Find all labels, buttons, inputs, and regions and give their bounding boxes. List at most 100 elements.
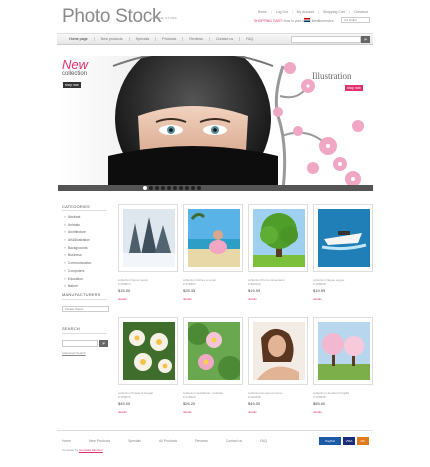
sidebar-search-button[interactable]: go (99, 340, 108, 347)
categories-heading: CATEGORIES (62, 204, 90, 209)
category-item[interactable]: Nature (64, 283, 91, 291)
product-card: collection Hendrerit fringilla # 296548 … (313, 317, 373, 414)
product-image[interactable] (313, 204, 373, 272)
category-item[interactable]: Art&Illustration (64, 237, 91, 245)
shop-now-button-left[interactable]: shop now (63, 82, 81, 88)
slider-dot[interactable] (185, 186, 189, 190)
nav-search-input[interactable] (291, 36, 361, 43)
blossom-park-image (318, 322, 370, 380)
product-details-link[interactable]: details (248, 410, 308, 414)
top-link-home[interactable]: Home (258, 10, 267, 14)
slider-dot[interactable] (167, 186, 171, 190)
product-sku: # 362439 (248, 282, 261, 286)
nav-new-products[interactable]: New products (95, 37, 130, 41)
footer-nav: Home New Products Specials All Products … (62, 439, 285, 443)
nav-products[interactable]: Products (156, 37, 184, 41)
footer-link-new-products[interactable]: New Products (89, 439, 128, 443)
tree-image (253, 209, 305, 267)
category-item[interactable]: Computers (64, 268, 91, 276)
category-item[interactable]: Animals (64, 222, 91, 230)
product-details-link[interactable]: details (248, 297, 308, 301)
slider-dot[interactable] (197, 186, 201, 190)
product-sku: # 256874 (118, 282, 131, 286)
category-item[interactable]: Business (64, 252, 91, 260)
footer-link-home[interactable]: Home (62, 439, 89, 443)
paypal-logo-icon: PayPal (319, 437, 341, 445)
product-image[interactable] (118, 204, 178, 272)
top-link-checkout[interactable]: Checkout (354, 10, 368, 14)
product-details-link[interactable]: details (313, 297, 373, 301)
manufacturers-select[interactable]: Please Select (62, 306, 109, 312)
product-details-link[interactable]: details (183, 297, 243, 301)
product-sku: # 216523 (183, 395, 196, 399)
product-price: $55.00 (313, 401, 326, 406)
product-image[interactable] (248, 204, 308, 272)
footer-link-specials[interactable]: Specials (128, 439, 159, 443)
product-image[interactable] (248, 317, 308, 385)
speedboat-image (318, 209, 370, 267)
product-card: collection Porta consectetur # 362439 $1… (248, 204, 308, 301)
category-item[interactable]: Abstract (64, 214, 91, 222)
product-details-link[interactable]: details (118, 410, 178, 414)
product-sku: # 296548 (313, 395, 326, 399)
top-link-account[interactable]: My Account (297, 10, 315, 14)
slider-dot[interactable] (161, 186, 165, 190)
footer-link-reviews[interactable]: Reviews (195, 439, 226, 443)
footer-link-faq[interactable]: FAQ (260, 439, 285, 443)
product-price: $25.35 (183, 288, 196, 293)
language-flag-icon[interactable] (304, 18, 310, 22)
product-image[interactable] (183, 317, 243, 385)
category-item[interactable]: Architecture (64, 229, 91, 237)
product-image[interactable] (313, 317, 373, 385)
nav-contact[interactable]: Contact us (210, 37, 241, 41)
product-sku: # 362439 (248, 395, 261, 399)
nav-specials[interactable]: Specials (130, 37, 157, 41)
product-image[interactable] (183, 204, 243, 272)
banner-new-heading: New (62, 57, 89, 72)
product-price: $49.00 (248, 401, 261, 406)
advanced-search-link[interactable]: Advanced Search (62, 351, 86, 355)
product-card: collection Nemo ipsum # 256874 $15.00 de… (118, 204, 178, 301)
product-details-link[interactable]: details (313, 410, 373, 414)
top-link-cart[interactable]: Shopping Cart (323, 10, 345, 14)
beach-meditation-image (188, 209, 240, 267)
product-card: collection Dolore et amet # 216523 $25.3… (183, 204, 243, 301)
nav-faq[interactable]: FAQ (240, 37, 259, 41)
footer-link-all-products[interactable]: All Products (159, 439, 195, 443)
slider-dot[interactable] (173, 186, 177, 190)
slider-dot[interactable] (143, 186, 147, 190)
copyright-text: Template by (62, 448, 79, 452)
slider-dot[interactable] (155, 186, 159, 190)
currency-select[interactable]: US Dollar (341, 17, 370, 23)
cart-status[interactable]: SHOPPING CART: Now in your cart 0 items (254, 19, 320, 23)
category-item[interactable]: Education (64, 276, 91, 284)
sidebar-search-input[interactable] (62, 340, 98, 347)
top-link-logout[interactable]: Log Out (276, 10, 288, 14)
shop-now-button-right[interactable]: shop now (345, 85, 363, 91)
slider-dot[interactable] (191, 186, 195, 190)
hero-banner[interactable]: New collection shop now Illustration sho… (58, 56, 373, 189)
product-price: $15.00 (118, 288, 131, 293)
search-heading: SEARCH (62, 326, 80, 331)
category-item[interactable]: Backgrounds (64, 245, 91, 253)
product-card: collection Praesent feugiat # 356874 $45… (118, 317, 178, 414)
product-image[interactable] (118, 317, 178, 385)
product-details-link[interactable]: details (118, 297, 178, 301)
nav-home[interactable]: Home page (63, 37, 95, 41)
copyright-link[interactable]: Template Monster (79, 448, 103, 452)
nav-reviews[interactable]: Reviews (183, 37, 210, 41)
category-list: Abstract Animals Architecture Art&Illust… (64, 214, 92, 291)
footer-link-contact[interactable]: Contact us (226, 439, 260, 443)
slider-dot[interactable] (179, 186, 183, 190)
slider-dot[interactable] (149, 186, 153, 190)
woman-portrait-image (253, 322, 305, 380)
site-logo[interactable]: Photo Stock (62, 6, 161, 28)
visa-logo-icon: VISA (343, 437, 355, 445)
nav-search-button[interactable]: go (361, 36, 370, 43)
cart-label: SHOPPING CART: (254, 19, 283, 23)
product-sku: # 296548 (313, 282, 326, 286)
manufacturers-heading: MANUFACTURERS (62, 292, 101, 297)
category-item[interactable]: Communication (64, 260, 92, 268)
currency-label: Currencies (318, 19, 334, 23)
product-details-link[interactable]: details (183, 410, 243, 414)
